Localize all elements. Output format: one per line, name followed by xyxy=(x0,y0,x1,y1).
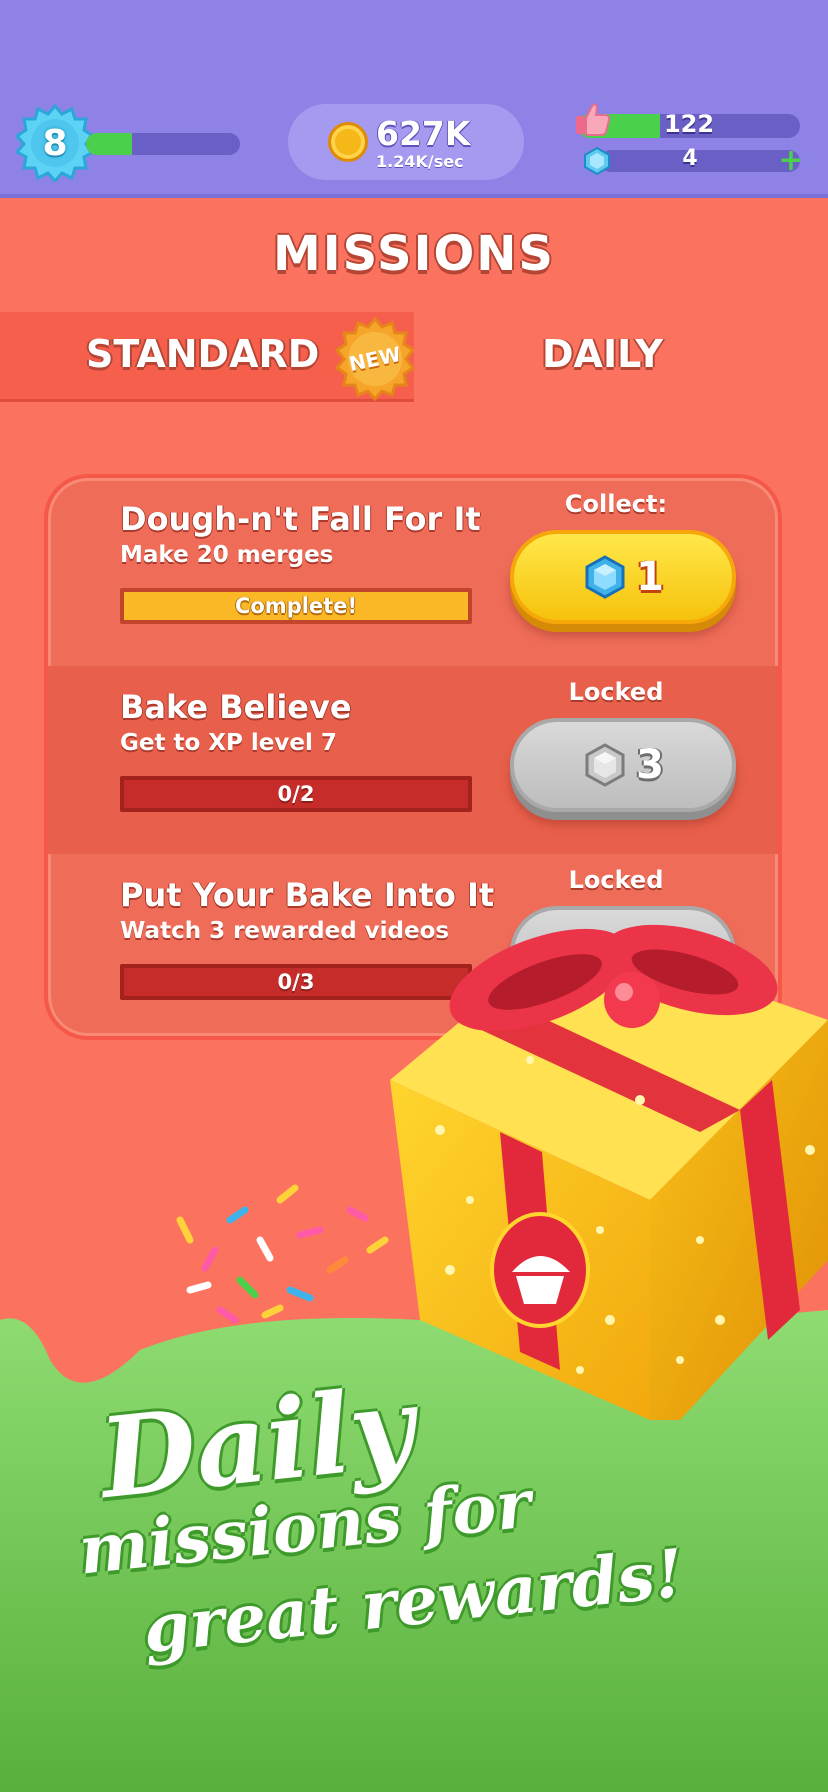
gift-box-icon xyxy=(390,924,828,1420)
level-number: 8 xyxy=(42,122,68,164)
new-badge-label: NEW xyxy=(346,341,404,377)
coin-counter[interactable]: 627K 1.24K/sec xyxy=(288,104,524,180)
gem-icon xyxy=(585,743,625,787)
locked-reward-button[interactable]: 3 xyxy=(510,718,736,812)
reward-status-label: Locked xyxy=(568,678,664,706)
reward-status-label: Collect: xyxy=(564,490,668,518)
tab-daily[interactable]: DAILY xyxy=(414,312,828,402)
mission-description: Make 20 merges xyxy=(120,542,334,568)
collect-reward-button[interactable]: 1 xyxy=(510,530,736,624)
tab-standard[interactable]: STANDARD NEW xyxy=(0,312,416,402)
new-badge: NEW xyxy=(332,316,418,402)
tab-standard-label: STANDARD xyxy=(86,332,320,376)
mission-progress-text: 0/2 xyxy=(277,782,315,806)
level-badge[interactable]: 8 xyxy=(16,104,94,182)
mission-description: Get to XP level 7 xyxy=(120,730,337,756)
mission-title: Bake Believe xyxy=(120,688,352,726)
mission-progress-text: Complete! xyxy=(234,594,358,618)
mission-progress-bar: 0/2 xyxy=(120,776,472,812)
plus-icon[interactable]: + xyxy=(778,146,804,176)
tab-daily-label: DAILY xyxy=(542,332,663,376)
mission-title: Dough-n't Fall For It xyxy=(120,500,481,538)
top-bar: 8 627K 1.24K/sec 122 4 + xyxy=(0,0,828,198)
xp-progress-fill xyxy=(86,133,133,155)
page-title: MISSIONS xyxy=(272,226,555,282)
coin-rate: 1.24K/sec xyxy=(376,152,464,171)
likes-value: 122 xyxy=(663,110,715,138)
reward-status-label: Locked xyxy=(568,866,664,894)
mission-row: Bake Believe Get to XP level 7 0/2 Locke… xyxy=(48,666,778,854)
reward-amount: 1 xyxy=(636,554,664,600)
coin-value: 627K xyxy=(376,114,471,153)
reward-amount: 3 xyxy=(636,742,664,788)
mission-row: Dough-n't Fall For It Make 20 merges Com… xyxy=(48,478,778,666)
mission-progress-bar: Complete! xyxy=(120,588,472,624)
gems-value: 4 xyxy=(682,146,698,171)
gem-icon xyxy=(585,555,625,599)
coin-icon xyxy=(328,122,368,162)
cupcake-icon xyxy=(490,1212,590,1328)
mission-tabs: STANDARD NEW DAILY xyxy=(0,312,828,402)
xp-progress-bar xyxy=(86,133,240,155)
